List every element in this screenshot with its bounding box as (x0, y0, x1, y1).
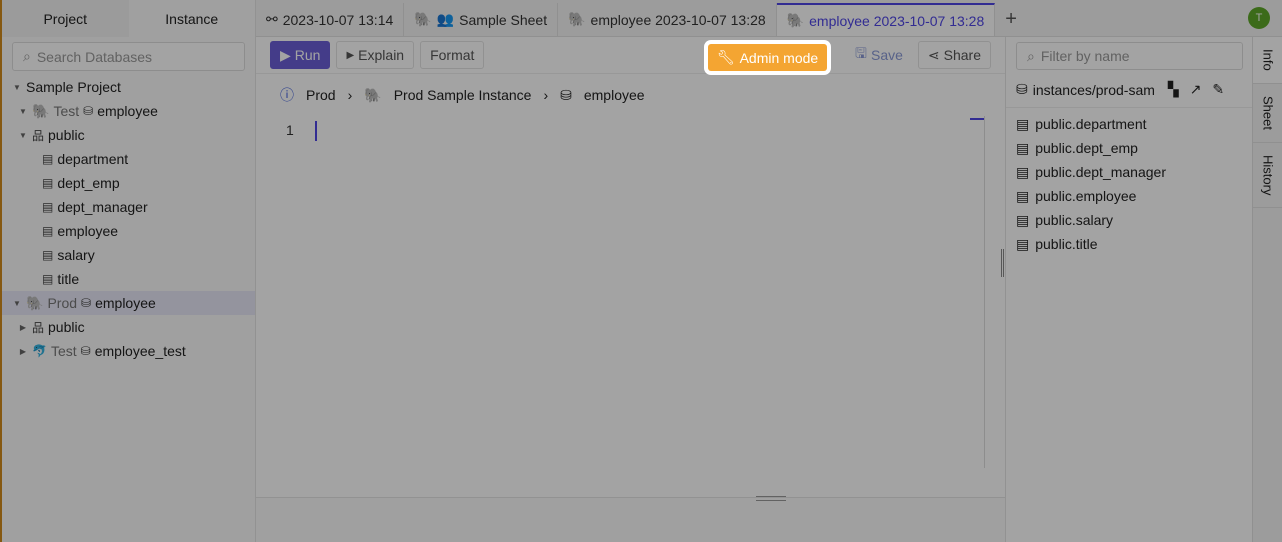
admin-mode-button[interactable]: 🔧︎ Admin mode (708, 44, 827, 71)
dim-overlay (0, 0, 1282, 542)
admin-mode-highlight: 🔧︎ Admin mode (704, 40, 831, 75)
wrench-icon: 🔧︎ (716, 49, 735, 65)
admin-mode-label: Admin mode (739, 49, 819, 66)
